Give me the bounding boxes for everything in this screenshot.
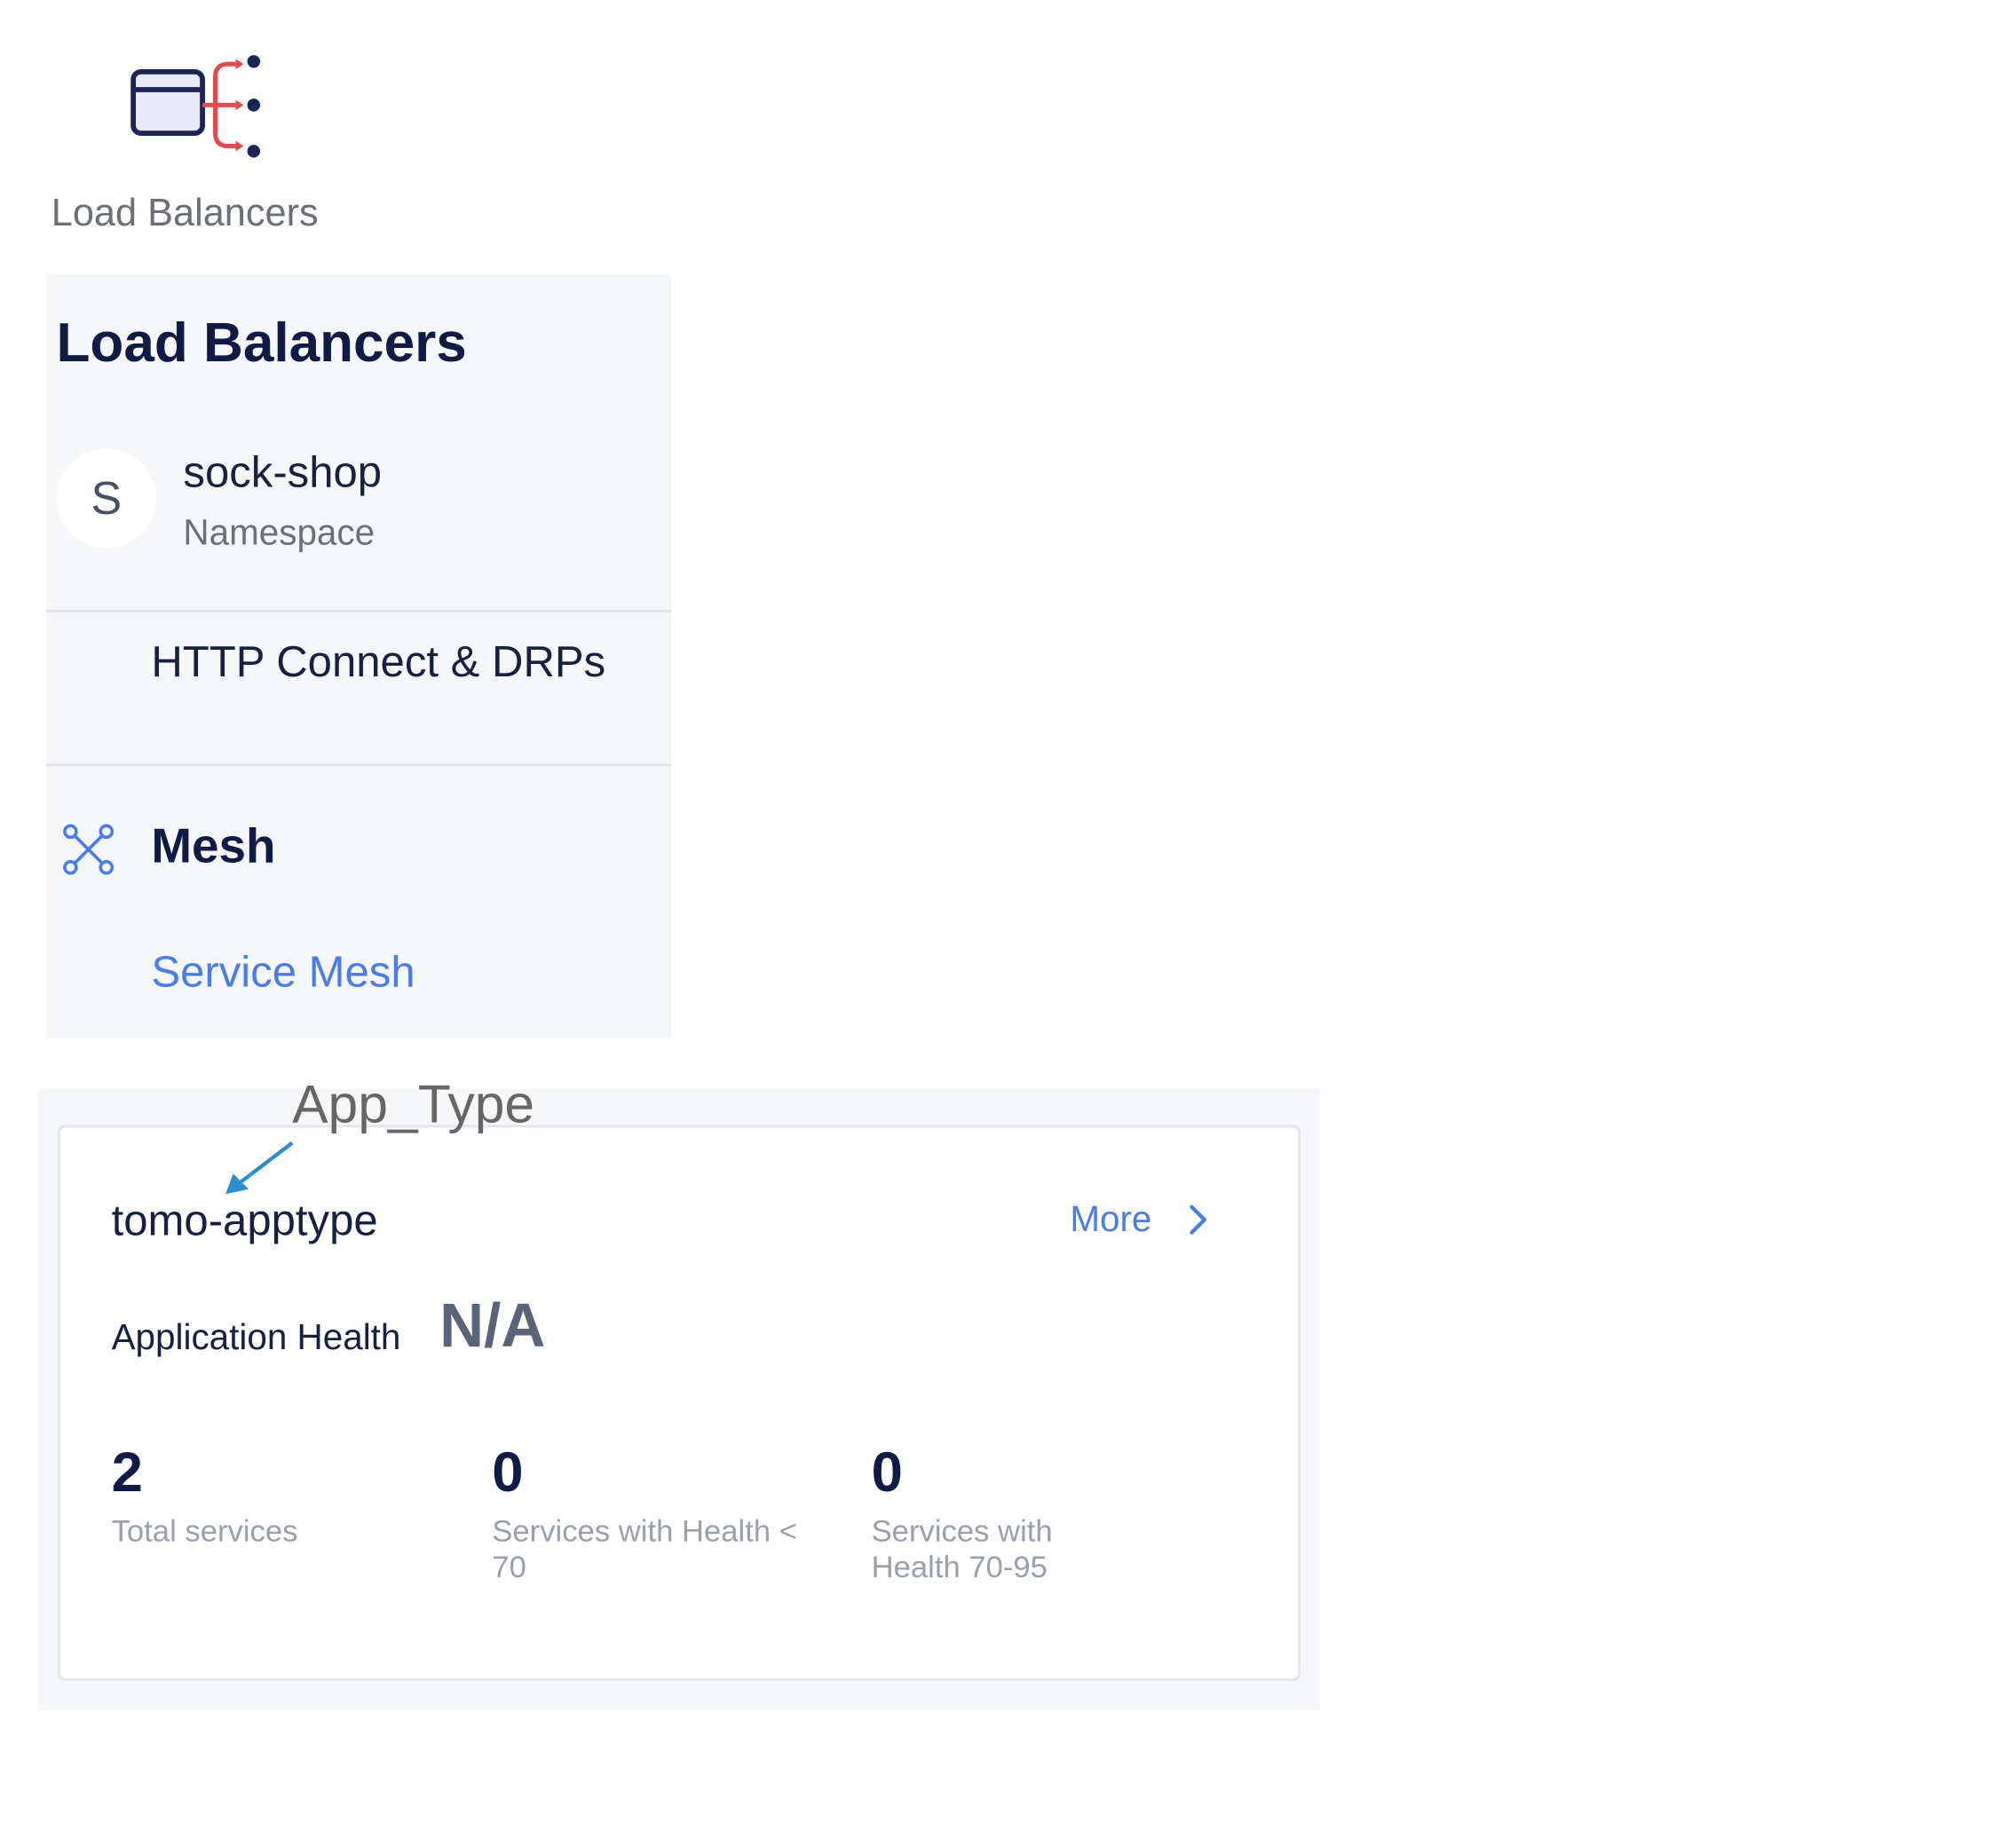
nav-item-http-connect[interactable]: HTTP Connect & DRPs bbox=[151, 638, 605, 688]
application-health-label: Application Health bbox=[111, 1316, 401, 1357]
stat-health-below-70: 0 Services with Health < 70 bbox=[492, 1440, 838, 1586]
nav-title: Load Balancers bbox=[56, 312, 467, 375]
stat-label: Services with Health 70-95 bbox=[871, 1514, 1053, 1585]
namespace-avatar: S bbox=[56, 448, 157, 549]
load-balancer-icon[interactable] bbox=[128, 54, 266, 162]
divider bbox=[45, 610, 672, 612]
stat-label: Services with Health < 70 bbox=[492, 1514, 798, 1585]
stat-value: 2 bbox=[111, 1441, 143, 1504]
stage: Load Balancers Load Balancers S sock-sho… bbox=[0, 0, 2008, 1845]
stat-total-services: 2 Total services bbox=[112, 1440, 458, 1550]
app-type-name[interactable]: tomo-apptype bbox=[112, 1196, 378, 1246]
annotation-label: App_Type bbox=[292, 1073, 535, 1134]
nav-panel: Load Balancers S sock-shop Namespace HTT… bbox=[45, 273, 672, 1039]
more-label[interactable]: More bbox=[1070, 1199, 1151, 1240]
tile-caption: Load Balancers bbox=[51, 192, 319, 235]
stat-value: 0 bbox=[492, 1441, 524, 1504]
service-mesh-link[interactable]: Service Mesh bbox=[151, 948, 415, 998]
stat-health-70-95: 0 Services with Health 70-95 bbox=[872, 1440, 1089, 1586]
annotation-arrow-icon bbox=[225, 1141, 294, 1195]
namespace-label: Namespace bbox=[183, 512, 376, 553]
chevron-right-icon[interactable] bbox=[1185, 1202, 1211, 1237]
stat-value: 0 bbox=[871, 1441, 903, 1504]
more-link[interactable]: More bbox=[1070, 1199, 1210, 1240]
application-health-value: N/A bbox=[439, 1292, 546, 1361]
mesh-section-title: Mesh bbox=[151, 819, 276, 874]
namespace-name[interactable]: sock-shop bbox=[183, 448, 382, 498]
app-type-card[interactable]: tomo-apptype More Application Health N/A… bbox=[57, 1125, 1301, 1681]
mesh-icon bbox=[63, 824, 115, 875]
divider bbox=[45, 763, 672, 767]
page: Load Balancers Load Balancers S sock-sho… bbox=[0, 0, 2008, 1848]
stat-label: Total services bbox=[111, 1514, 298, 1550]
